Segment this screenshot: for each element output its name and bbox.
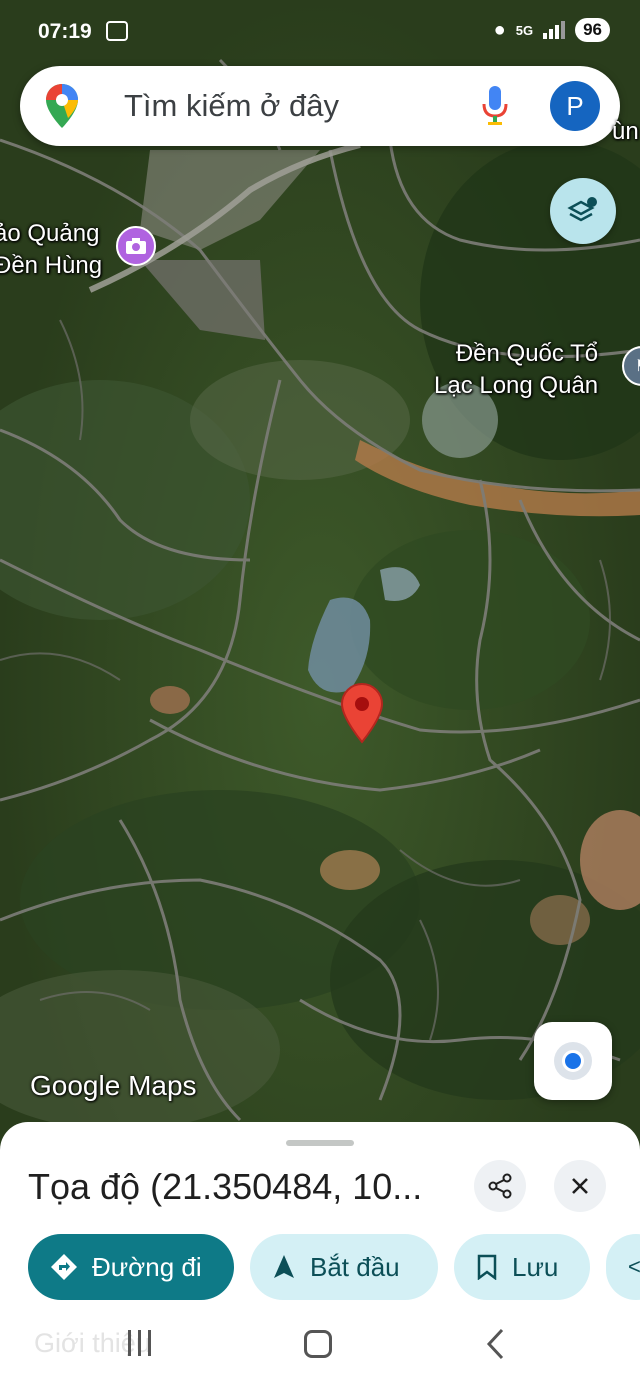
map-label-line: Đền Quốc Tổ <box>455 340 599 367</box>
directions-icon <box>51 1254 77 1280</box>
signal-icon <box>543 21 566 39</box>
account-avatar[interactable]: P <box>550 81 600 131</box>
battery-level: 96 <box>575 18 610 42</box>
start-label: Bắt đầu <box>310 1251 400 1282</box>
bookmark-icon <box>477 1254 497 1280</box>
start-button[interactable]: Bắt đầu <box>250 1234 438 1300</box>
home-icon[interactable] <box>304 1330 332 1358</box>
maps-pin-icon <box>46 84 78 128</box>
camera-poi-icon[interactable] <box>116 226 156 266</box>
share-icon <box>488 1173 512 1199</box>
directions-button[interactable]: Đường đi <box>28 1234 234 1300</box>
search-placeholder[interactable]: Tìm kiếm ở đây <box>124 88 339 124</box>
system-navigation-bar <box>0 1306 640 1386</box>
google-maps-watermark: Google Maps <box>30 1070 197 1101</box>
navigation-arrow-icon <box>274 1255 294 1278</box>
layers-icon <box>567 197 597 222</box>
share-icon-partial: < <box>628 1254 640 1279</box>
dropped-pin-icon[interactable] <box>340 682 384 744</box>
map-label-line: Lạc Long Quân <box>434 372 599 399</box>
location-dot-icon <box>562 1050 584 1072</box>
close-button[interactable] <box>554 1160 606 1212</box>
back-icon[interactable] <box>486 1328 506 1360</box>
layers-button[interactable] <box>550 178 616 244</box>
network-type: 5G <box>515 22 534 38</box>
share-button[interactable] <box>474 1160 526 1212</box>
place-title: Tọa độ (21.350484, 10... <box>28 1166 423 1207</box>
my-location-button[interactable] <box>534 1022 612 1100</box>
map-label-den-quoc-to[interactable]: Đền Quốc Tổ Lạc Long Quân <box>434 338 598 402</box>
status-bar: 07:19 ● 5G 96 <box>0 0 640 64</box>
recent-apps-icon[interactable] <box>126 1328 154 1358</box>
status-time: 07:19 <box>38 20 92 43</box>
map-label-den-hung[interactable]: ảo Quảng Đền Hùng <box>0 218 102 282</box>
save-label: Lưu <box>512 1251 559 1282</box>
more-actions-chip[interactable]: < <box>606 1234 640 1300</box>
temple-icon: ⚑ <box>635 356 640 376</box>
search-bar[interactable]: Tìm kiếm ở đây P <box>20 66 620 146</box>
drag-handle[interactable] <box>286 1140 354 1146</box>
map-label-fragment: ùn <box>612 118 639 145</box>
map-label-line: ảo Quảng <box>0 220 100 247</box>
microphone-icon[interactable] <box>482 86 508 126</box>
close-icon <box>572 1178 588 1194</box>
camera-icon <box>126 238 146 254</box>
directions-label: Đường đi <box>92 1251 202 1282</box>
location-icon: ● <box>493 18 506 41</box>
map-label-line: Đền Hùng <box>0 252 103 279</box>
save-button[interactable]: Lưu <box>454 1234 590 1300</box>
screenshot-icon <box>106 21 128 41</box>
